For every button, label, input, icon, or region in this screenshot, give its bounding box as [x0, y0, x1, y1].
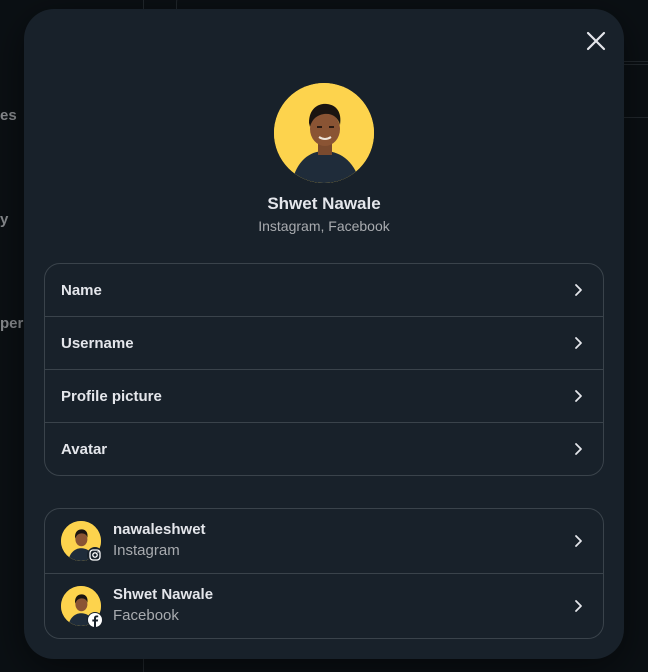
- background-text: per: [0, 315, 24, 332]
- settings-row-profile-picture[interactable]: Profile picture: [45, 370, 603, 423]
- chevron-right-icon: [575, 535, 582, 547]
- facebook-icon: [87, 612, 103, 628]
- chevron-right-icon: [575, 390, 582, 402]
- chevron-right-icon: [575, 600, 582, 612]
- account-platform: Instagram: [113, 542, 180, 559]
- chevron-right-icon: [575, 284, 582, 296]
- instagram-icon: [87, 547, 103, 563]
- profile-platforms: Instagram, Facebook: [258, 218, 390, 234]
- settings-row-label: Username: [61, 334, 134, 352]
- profile-avatar: [274, 83, 374, 183]
- account-platform: Facebook: [113, 607, 179, 624]
- settings-row-label: Name: [61, 281, 102, 299]
- profile-name: Shwet Nawale: [267, 194, 381, 213]
- settings-row-label: Profile picture: [61, 387, 162, 405]
- settings-row-name[interactable]: Name: [45, 264, 603, 317]
- linked-accounts-list: nawaleshwet Instagram Shwet Nawale Faceb…: [44, 508, 604, 639]
- close-icon: [586, 31, 606, 51]
- close-button[interactable]: [584, 29, 608, 53]
- background-text: es: [0, 107, 17, 124]
- account-username: nawaleshwet: [113, 521, 206, 538]
- account-avatar: [61, 521, 103, 563]
- account-row-facebook[interactable]: Shwet Nawale Facebook: [45, 574, 603, 638]
- profile-settings-list: Name Username Profile picture Avatar: [44, 263, 604, 476]
- settings-row-username[interactable]: Username: [45, 317, 603, 370]
- chevron-right-icon: [575, 337, 582, 349]
- account-row-instagram[interactable]: nawaleshwet Instagram: [45, 509, 603, 574]
- account-avatar: [61, 586, 103, 628]
- account-username: Shwet Nawale: [113, 586, 214, 603]
- person-photo: [274, 83, 374, 183]
- profile-modal: Shwet Nawale Instagram, Facebook Name Us…: [24, 9, 624, 659]
- background-text: y: [0, 211, 9, 228]
- settings-row-label: Avatar: [61, 440, 108, 458]
- settings-row-avatar[interactable]: Avatar: [45, 423, 603, 475]
- chevron-right-icon: [575, 443, 582, 455]
